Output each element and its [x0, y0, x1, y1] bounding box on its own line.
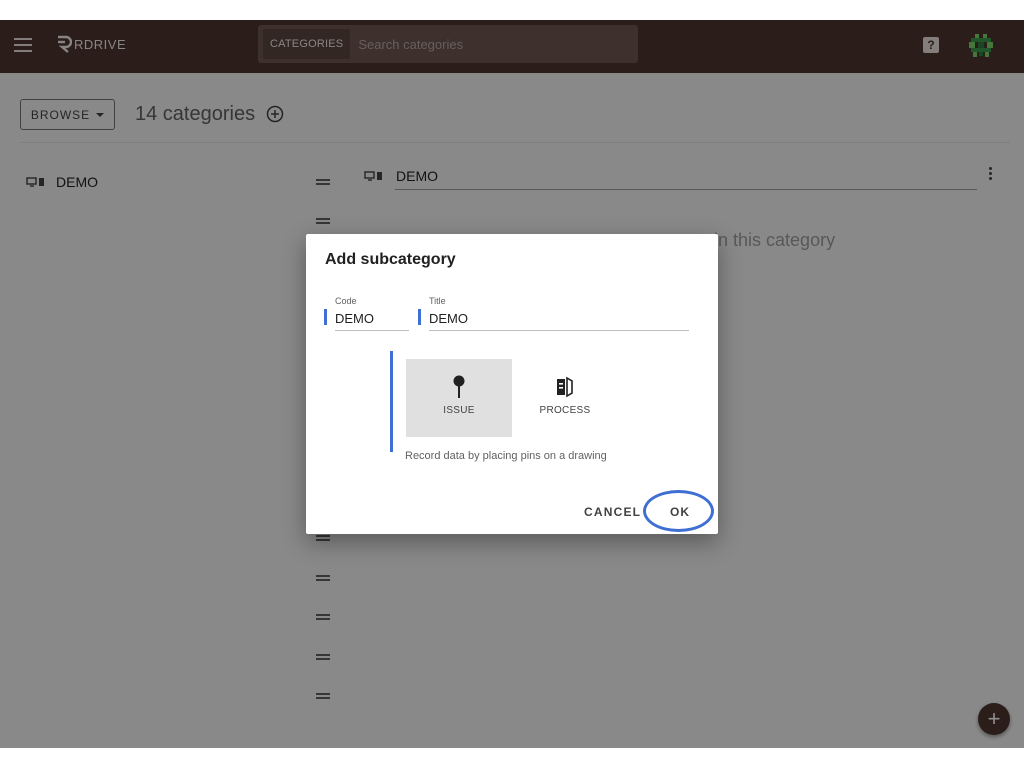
type-label: PROCESS — [539, 405, 591, 416]
code-label: Code — [335, 296, 357, 306]
text-cursor — [418, 309, 421, 325]
code-underline — [335, 330, 409, 331]
code-field[interactable]: DEMO — [335, 311, 374, 326]
process-icon — [557, 376, 573, 398]
type-option-process[interactable]: PROCESS — [512, 359, 618, 437]
selection-indicator — [390, 351, 393, 452]
app-window: RDRIVE CATEGORIES ? BROWSE 14 categories — [0, 20, 1024, 748]
type-option-issue[interactable]: ISSUE — [406, 359, 512, 437]
cancel-button[interactable]: CANCEL — [584, 505, 641, 519]
title-label: Title — [429, 296, 446, 306]
title-underline — [429, 330, 689, 331]
type-description: Record data by placing pins on a drawing — [405, 450, 607, 462]
type-label: ISSUE — [443, 405, 475, 416]
pin-icon — [453, 375, 465, 398]
text-cursor — [324, 309, 327, 325]
title-field[interactable]: DEMO — [429, 311, 468, 326]
add-subcategory-dialog: Add subcategory Code DEMO Title DEMO ISS… — [306, 234, 718, 534]
dialog-title: Add subcategory — [325, 251, 456, 268]
highlight-ring — [643, 490, 714, 532]
